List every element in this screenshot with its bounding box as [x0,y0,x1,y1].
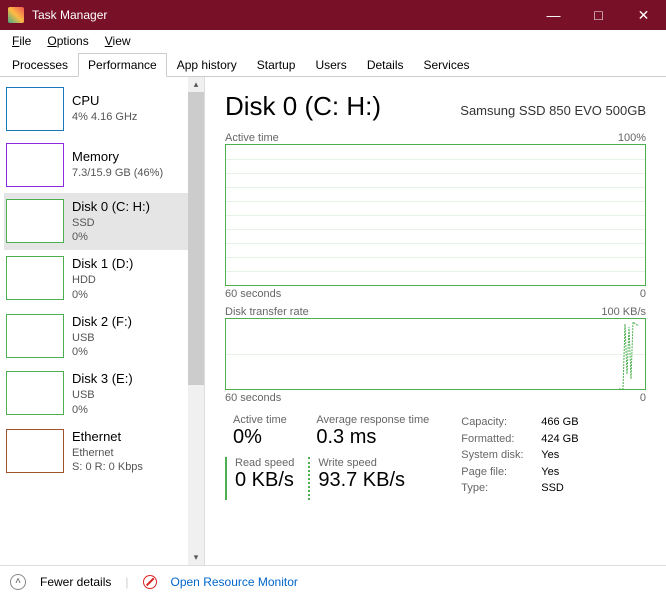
menubar: File Options View [0,30,666,52]
sidebar-item-line2: 0% [72,403,133,417]
active-time-value: 0% [233,426,294,449]
property-row: Formatted:424 GB [461,431,578,448]
read-speed-label: Read speed [235,457,294,469]
property-key: Capacity: [461,414,541,431]
open-resource-monitor-link[interactable]: Open Resource Monitor [171,575,298,589]
mini-chart [6,199,64,243]
property-value: SSD [541,480,564,497]
transfer-rate-chart [225,318,646,390]
maximize-button[interactable]: □ [576,0,621,30]
mini-chart [6,429,64,473]
scrollbar[interactable]: ▴ ▾ [188,77,204,565]
active-time-label: Active time [233,414,294,426]
sidebar-item-disk-3-e-[interactable]: Disk 3 (E:) USB 0% [4,365,204,422]
menu-file[interactable]: File [4,32,39,50]
sidebar-item-line2: 0% [72,288,133,302]
scroll-up-icon[interactable]: ▴ [188,77,204,92]
property-value: Yes [541,464,559,481]
page-title: Disk 0 (C: H:) [225,91,381,122]
sidebar-item-line1: 7.3/15.9 GB (46%) [72,166,163,180]
property-value: 424 GB [541,431,578,448]
tab-processes[interactable]: Processes [2,53,78,77]
footer: ˄ Fewer details | Open Resource Monitor [0,565,666,597]
chevron-up-icon[interactable]: ˄ [10,574,26,590]
sidebar-item-title: CPU [72,93,137,110]
property-key: System disk: [461,447,541,464]
write-speed-label: Write speed [318,457,429,469]
sidebar-item-title: Ethernet [72,429,143,446]
property-row: System disk:Yes [461,447,578,464]
write-speed-value: 93.7 KB/s [318,469,429,492]
property-key: Page file: [461,464,541,481]
sidebar-item-title: Disk 1 (D:) [72,256,133,273]
sidebar-item-title: Memory [72,149,163,166]
sidebar-item-title: Disk 3 (E:) [72,371,133,388]
sidebar-item-title: Disk 2 (F:) [72,314,132,331]
mini-chart [6,143,64,187]
sidebar-item-disk-2-f-[interactable]: Disk 2 (F:) USB 0% [4,308,204,365]
sidebar: CPU 4% 4.16 GHz Memory 7.3/15.9 GB (46%)… [0,77,205,565]
tabbar: Processes Performance App history Startu… [0,52,666,77]
sidebar-item-line1: USB [72,331,132,345]
tab-app-history[interactable]: App history [167,53,247,77]
properties-list: Capacity:466 GBFormatted:424 GBSystem di… [443,414,578,500]
mini-chart [6,256,64,300]
chart2-max: 100 KB/s [601,306,646,318]
sidebar-item-disk-1-d-[interactable]: Disk 1 (D:) HDD 0% [4,250,204,307]
chart2-xright: 0 [640,392,646,404]
chart2-xleft: 60 seconds [225,392,281,404]
scroll-down-icon[interactable]: ▾ [188,550,204,565]
read-speed-value: 0 KB/s [235,469,294,492]
sidebar-item-line2: 0% [72,345,132,359]
chart1-xright: 0 [640,288,646,300]
app-icon [8,7,24,23]
property-value: Yes [541,447,559,464]
minimize-button[interactable]: — [531,0,576,30]
property-row: Capacity:466 GB [461,414,578,431]
chart2-label: Disk transfer rate [225,306,309,318]
sidebar-item-line1: Ethernet [72,446,143,460]
fewer-details-link[interactable]: Fewer details [40,575,111,589]
titlebar[interactable]: Task Manager — □ ✕ [0,0,666,30]
sidebar-item-disk-0-c-h-[interactable]: Disk 0 (C: H:) SSD 0% [4,193,204,250]
property-key: Type: [461,480,541,497]
tab-services[interactable]: Services [414,53,480,77]
avg-response-value: 0.3 ms [316,426,429,449]
sidebar-item-line1: 4% 4.16 GHz [72,110,137,124]
avg-response-label: Average response time [316,414,429,426]
menu-options[interactable]: Options [39,32,96,50]
menu-view[interactable]: View [97,32,139,50]
tab-startup[interactable]: Startup [247,53,306,77]
resource-monitor-icon [143,575,157,589]
scrollbar-thumb[interactable] [188,92,204,385]
mini-chart [6,371,64,415]
sidebar-item-memory[interactable]: Memory 7.3/15.9 GB (46%) [4,137,204,193]
close-button[interactable]: ✕ [621,0,666,30]
tab-users[interactable]: Users [305,53,356,77]
sidebar-item-ethernet[interactable]: Ethernet Ethernet S: 0 R: 0 Kbps [4,423,204,480]
property-key: Formatted: [461,431,541,448]
sidebar-item-cpu[interactable]: CPU 4% 4.16 GHz [4,81,204,137]
property-row: Type:SSD [461,480,578,497]
sidebar-item-line1: USB [72,388,133,402]
window-title: Task Manager [32,8,531,22]
sidebar-item-line1: HDD [72,273,133,287]
mini-chart [6,87,64,131]
sidebar-item-title: Disk 0 (C: H:) [72,199,150,216]
chart1-label: Active time [225,132,279,144]
sidebar-item-line2: S: 0 R: 0 Kbps [72,460,143,474]
property-value: 466 GB [541,414,578,431]
main-panel: Disk 0 (C: H:) Samsung SSD 850 EVO 500GB… [205,77,666,565]
sidebar-item-line2: 0% [72,230,150,244]
active-time-chart [225,144,646,286]
tab-details[interactable]: Details [357,53,414,77]
chart1-max: 100% [618,132,646,144]
device-name: Samsung SSD 850 EVO 500GB [460,103,646,118]
property-row: Page file:Yes [461,464,578,481]
chart1-xleft: 60 seconds [225,288,281,300]
sidebar-item-line1: SSD [72,216,150,230]
mini-chart [6,314,64,358]
tab-performance[interactable]: Performance [78,53,167,77]
